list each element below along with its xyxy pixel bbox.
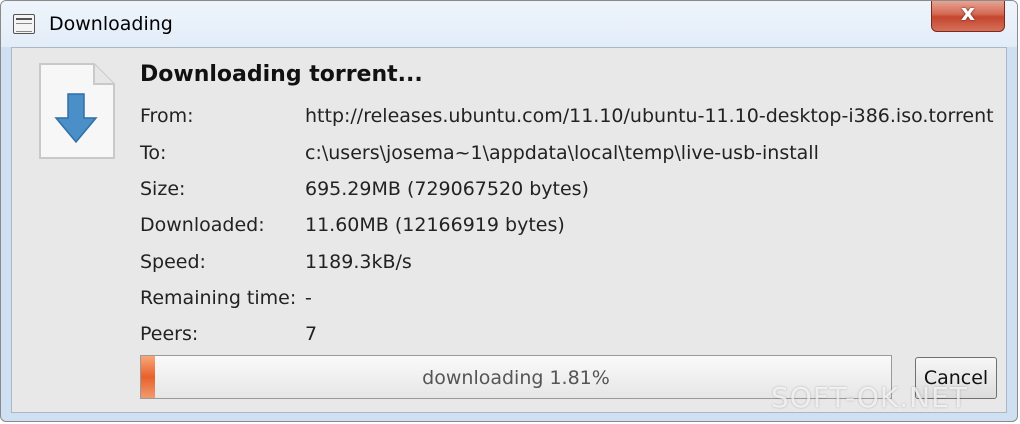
peers-label: Peers:	[140, 323, 199, 345]
dialog-content: Downloading torrent... From: http://rele…	[11, 47, 1007, 413]
title-bar[interactable]: Downloading x	[1, 1, 1017, 47]
from-value: http://releases.ubuntu.com/11.10/ubuntu-…	[305, 105, 994, 127]
close-icon: x	[960, 1, 976, 26]
dialog-heading: Downloading torrent...	[140, 62, 423, 87]
downloaded-value: 11.60MB (12166919 bytes)	[305, 214, 565, 236]
peers-value: 7	[305, 323, 318, 345]
close-button[interactable]: x	[931, 1, 1005, 32]
remaining-time-label: Remaining time:	[140, 287, 297, 309]
downloaded-label: Downloaded:	[140, 214, 265, 236]
from-label: From:	[140, 105, 194, 127]
remaining-time-value: -	[305, 287, 312, 309]
speed-label: Speed:	[140, 251, 206, 273]
speed-value: 1189.3kB/s	[305, 251, 412, 273]
window-icon	[13, 14, 35, 34]
download-dialog: Downloading x Downloading torrent... Fro…	[0, 0, 1018, 422]
size-value: 695.29MB (729067520 bytes)	[305, 178, 589, 200]
window-title: Downloading	[49, 13, 173, 35]
to-value: c:\users\josema~1\appdata\local\temp\liv…	[305, 142, 819, 164]
to-label: To:	[140, 142, 167, 164]
download-document-icon	[39, 63, 115, 159]
size-label: Size:	[140, 178, 186, 200]
watermark: SOFT-OK.NET	[771, 381, 968, 414]
